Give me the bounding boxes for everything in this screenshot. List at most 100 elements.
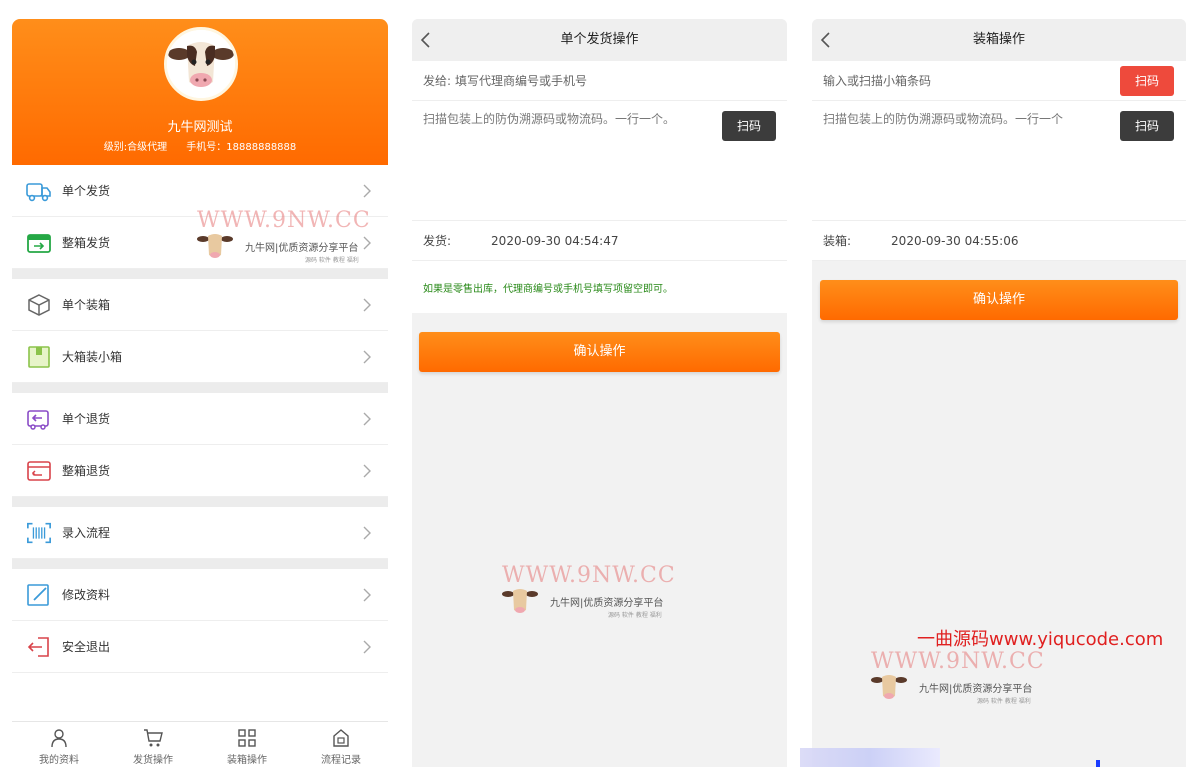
grid-icon <box>237 728 257 748</box>
watermark-sub: 源码 软件 教程 福利 <box>977 698 1031 705</box>
menu-separator <box>12 383 388 393</box>
back-arrow-icon[interactable] <box>820 32 832 48</box>
menu-item[interactable]: 整箱退货 <box>12 445 388 497</box>
chevron-right-icon <box>363 526 371 540</box>
profile-name: 九牛网测试 <box>167 120 233 135</box>
cow-avatar[interactable] <box>164 27 238 101</box>
recipient-input[interactable]: 填写代理商编号或手机号 <box>455 72 587 89</box>
menu-item-label: 单个装箱 <box>62 298 111 312</box>
watermark-sub: 源码 软件 教程 福利 <box>305 257 359 264</box>
confirm-button[interactable]: 确认操作 <box>820 280 1178 320</box>
menu-item[interactable]: 单个退货 <box>12 393 388 445</box>
codes-placeholder: 扫描包装上的防伪溯源码或物流码。一行一个。 <box>423 112 676 126</box>
pack-time-value: 2020-09-30 04:55:06 <box>891 233 1019 248</box>
tab-label: 流程记录 <box>321 755 361 766</box>
menu-item-label: 单个退货 <box>62 412 111 426</box>
menu-separator <box>12 269 388 279</box>
box-scan-button[interactable]: 扫码 <box>1120 66 1174 96</box>
single-ship-screen: 单个发货操作 发给: 填写代理商编号或手机号 扫描包装上的防伪溯源码或物流码。一… <box>412 19 787 767</box>
watermark-cow-icon <box>197 234 233 258</box>
cart-icon <box>143 728 163 748</box>
menu-item[interactable]: 单个装箱 <box>12 279 388 331</box>
tab-label: 我的资料 <box>39 755 79 766</box>
menu-item[interactable]: 大箱装小箱 <box>12 331 388 383</box>
logout-icon <box>26 634 52 660</box>
cube-icon <box>26 292 52 318</box>
page-title: 单个发货操作 <box>560 32 639 47</box>
chevron-right-icon <box>363 464 371 478</box>
ship-time-row: 发货: 2020-09-30 04:54:47 <box>412 221 787 261</box>
pack-time-label: 装箱: <box>823 234 852 248</box>
menu-item-label: 大箱装小箱 <box>62 350 123 364</box>
tab-item[interactable]: 我的资料 <box>12 722 106 767</box>
watermark-url: WWW.9NW.CC <box>871 649 1045 674</box>
blue-mark <box>1096 760 1100 767</box>
box-arrow-icon <box>26 230 52 256</box>
menu-item-label: 整箱退货 <box>62 464 111 478</box>
recipient-label: 发给: <box>423 74 452 88</box>
menu-item-label: 录入流程 <box>62 526 111 540</box>
tab-item[interactable]: 装箱操作 <box>200 722 294 767</box>
watermark: WWW.9NW.CC 九牛网|优质资源分享平台 源码 软件 教程 福利 <box>197 208 371 264</box>
page-title: 装箱操作 <box>972 32 1025 47</box>
menu-separator <box>12 497 388 507</box>
user-icon <box>49 728 69 748</box>
edit-icon <box>26 582 52 608</box>
watermark-sub: 源码 软件 教程 福利 <box>608 612 662 619</box>
chevron-right-icon <box>363 412 371 426</box>
nav-bar: 单个发货操作 <box>412 19 787 61</box>
tab-label: 装箱操作 <box>227 755 267 766</box>
return-truck-icon <box>26 406 52 432</box>
watermark: WWW.9NW.CC 九牛网|优质资源分享平台 源码 软件 教程 福利 <box>871 649 1045 705</box>
ship-time-label: 发货: <box>423 234 452 248</box>
scan-button[interactable]: 扫码 <box>1120 111 1174 141</box>
pack-form: 输入或扫描小箱条码 扫码 扫描包装上的防伪溯源码或物流码。一行一个 扫码 装箱:… <box>812 61 1186 261</box>
menu-group: 单个退货 整箱退货 <box>12 393 388 497</box>
chevron-right-icon <box>363 184 371 198</box>
menu-item-label: 整箱发货 <box>62 236 111 250</box>
bottom-tabbar: 我的资料 发货操作 装箱操作 流程记录 <box>12 721 388 767</box>
nav-bar: 装箱操作 <box>812 19 1186 61</box>
box-code-row[interactable]: 输入或扫描小箱条码 扫码 <box>812 61 1186 101</box>
box-code-input[interactable]: 输入或扫描小箱条码 <box>823 72 931 89</box>
menu-item[interactable]: 修改资料 <box>12 569 388 621</box>
brand-watermark: 一曲源码www.yiqucode.com <box>917 629 1164 650</box>
menu-group: 录入流程 <box>12 507 388 559</box>
menu-item[interactable]: 录入流程 <box>12 507 388 559</box>
chevron-right-icon <box>363 350 371 364</box>
menu-item-label: 单个发货 <box>62 184 111 198</box>
tab-item[interactable]: 发货操作 <box>106 722 200 767</box>
profile-menu-screen: 九牛网测试 级别:合级代理 手机号：18888888888 单个发货整箱发货单个… <box>12 19 388 767</box>
watermark-url: WWW.9NW.CC <box>502 563 676 588</box>
pack-time-row: 装箱: 2020-09-30 04:55:06 <box>812 221 1186 261</box>
codes-textarea[interactable]: 扫描包装上的防伪溯源码或物流码。一行一个 扫码 <box>812 101 1186 221</box>
menu-group: 修改资料 安全退出 <box>12 569 388 673</box>
menu-group: 单个装箱 大箱装小箱 <box>12 279 388 383</box>
watermark-cow-icon <box>871 675 907 699</box>
tab-label: 发货操作 <box>133 755 173 766</box>
cow-face-icon <box>167 30 235 98</box>
confirm-button[interactable]: 确认操作 <box>419 332 780 372</box>
watermark-slogan: 九牛网|优质资源分享平台 <box>245 242 359 254</box>
return-box-icon <box>26 458 52 484</box>
recipient-row[interactable]: 发给: 填写代理商编号或手机号 <box>412 61 787 101</box>
ship-time-value: 2020-09-30 04:54:47 <box>491 233 619 248</box>
chevron-right-icon <box>363 298 371 312</box>
retail-hint: 如果是零售出库，代理商编号或手机号填写项留空即可。 <box>423 283 673 295</box>
home-doc-icon <box>331 728 351 748</box>
menu-separator <box>12 559 388 569</box>
watermark-url: WWW.9NW.CC <box>197 208 371 233</box>
watermark-cow-icon <box>502 589 538 613</box>
profile-phone: 手机号：18888888888 <box>186 142 297 153</box>
menu-item[interactable]: 安全退出 <box>12 621 388 673</box>
back-arrow-icon[interactable] <box>420 32 432 48</box>
tab-item[interactable]: 流程记录 <box>294 722 388 767</box>
blurred-area <box>800 748 940 767</box>
package-icon <box>26 344 52 370</box>
codes-textarea[interactable]: 扫描包装上的防伪溯源码或物流码。一行一个。 扫码 <box>412 101 787 221</box>
scan-button[interactable]: 扫码 <box>722 111 776 141</box>
profile-header: 九牛网测试 级别:合级代理 手机号：18888888888 <box>12 19 388 165</box>
ship-form: 发给: 填写代理商编号或手机号 扫描包装上的防伪溯源码或物流码。一行一个。 扫码… <box>412 61 787 313</box>
codes-placeholder: 扫描包装上的防伪溯源码或物流码。一行一个 <box>823 112 1064 126</box>
profile-level: 级别:合级代理 <box>103 142 168 153</box>
